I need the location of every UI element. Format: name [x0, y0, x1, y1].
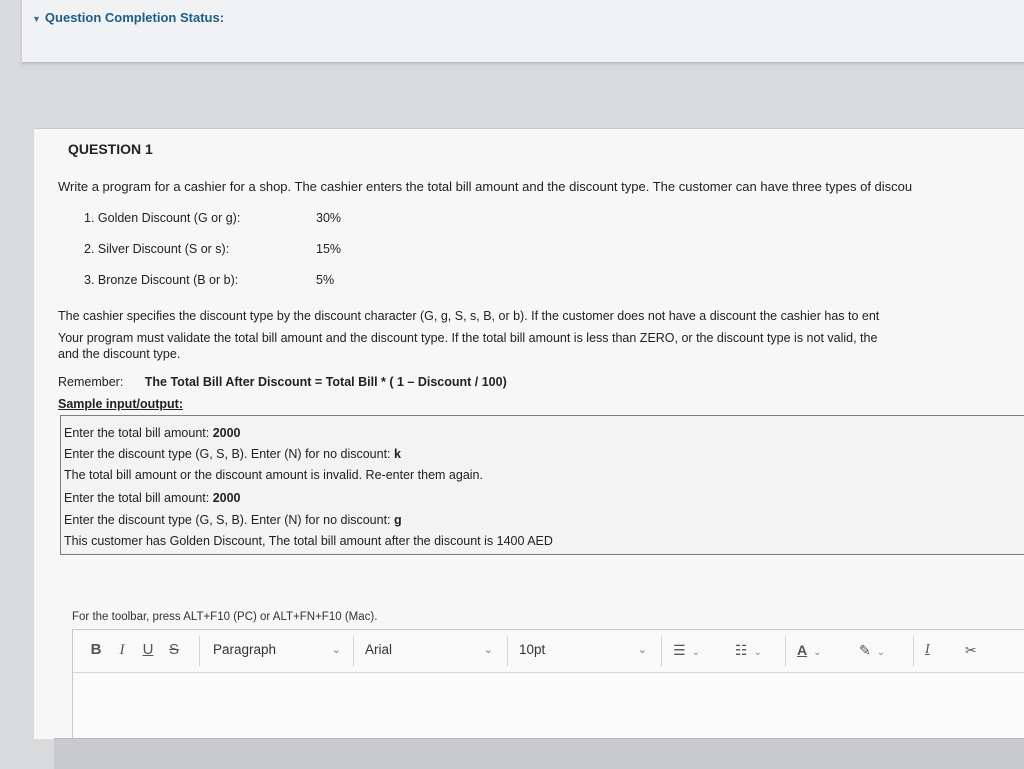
toolbar-divider — [661, 636, 662, 666]
numbered-list-button[interactable]: ☷ ⌄ — [735, 638, 762, 662]
sample-line: This customer has Golden Discount, The t… — [64, 534, 553, 548]
discount-value: 15% — [316, 242, 342, 256]
italic-button[interactable]: I — [113, 638, 131, 662]
sample-line: Enter the discount type (G, S, B). Enter… — [64, 447, 401, 461]
question-heading: QUESTION 1 — [68, 141, 153, 157]
chevron-down-icon: ⌄ — [876, 647, 886, 658]
description-line: The cashier specifies the discount type … — [58, 309, 880, 323]
remember-row: Remember: The Total Bill After Discount … — [58, 375, 507, 389]
font-family-select[interactable]: Arial ⌄ — [365, 638, 493, 662]
underline-button[interactable]: U — [139, 638, 157, 662]
strikethrough-button[interactable]: S — [165, 638, 183, 662]
toolbar-divider — [507, 636, 508, 666]
sample-line: Enter the total bill amount: 2000 — [64, 491, 241, 505]
collapse-caret-icon[interactable]: ▼ — [32, 14, 41, 24]
discount-label: 1. Golden Discount (G or g): — [84, 211, 241, 225]
sample-line: Enter the total bill amount: 2000 — [64, 426, 241, 440]
paragraph-select[interactable]: Paragraph ⌄ — [213, 638, 341, 662]
highlighter-icon: ✎ — [859, 642, 871, 658]
description-line: and the discount type. — [58, 347, 181, 361]
chevron-down-icon: ⌄ — [753, 647, 762, 658]
discount-label: 2. Silver Discount (S or s): — [84, 242, 230, 256]
toolbar-divider — [353, 636, 354, 666]
discount-value: 30% — [316, 211, 342, 225]
text-color-button[interactable]: A ⌄ — [797, 638, 822, 662]
cut-button[interactable]: ✂ — [965, 638, 977, 662]
text-color-icon: A — [797, 642, 808, 658]
bold-button[interactable]: B — [87, 638, 105, 662]
chevron-down-icon: ⌄ — [331, 644, 341, 656]
sample-io-box: Enter the total bill amount: 2000 Enter … — [60, 415, 1024, 555]
formula: The Total Bill After Discount = Total Bi… — [144, 375, 507, 389]
toolbar-divider — [913, 636, 914, 666]
discount-value: 5% — [316, 273, 335, 287]
question-intro: Write a program for a cashier for a shop… — [58, 179, 913, 194]
answer-editor[interactable]: B I U S Paragraph ⌄ Arial ⌄ 10pt ⌄ ☰ ⌄ ☷ ⌄ — [72, 629, 1024, 739]
chevron-down-icon: ⌄ — [483, 644, 493, 656]
chevron-down-icon: ⌄ — [813, 647, 822, 658]
scissors-icon: ✂ — [965, 642, 977, 658]
sample-line: The total bill amount or the discount am… — [64, 468, 483, 482]
sample-heading: Sample input/output: — [58, 397, 183, 411]
chevron-down-icon: ⌄ — [637, 644, 647, 656]
bottom-panel — [54, 738, 1024, 769]
question-panel: QUESTION 1 Write a program for a cashier… — [34, 128, 1024, 739]
numbered-list-icon: ☷ — [735, 642, 748, 658]
bullet-list-icon: ☰ — [673, 642, 686, 658]
question-status-panel: ▼ Question Completion Status: — [22, 0, 1024, 63]
question-completion-status[interactable]: ▼ Question Completion Status: — [32, 10, 224, 25]
toolbar-divider — [199, 636, 200, 666]
highlight-color-button[interactable]: ✎ ⌄ — [859, 638, 885, 662]
sample-line: Enter the discount type (G, S, B). Enter… — [64, 513, 402, 527]
discount-label: 3. Bronze Discount (B or b): — [84, 273, 239, 287]
font-size-select[interactable]: 10pt ⌄ — [519, 638, 647, 662]
toolbar-divider — [785, 636, 786, 666]
chevron-down-icon: ⌄ — [691, 647, 700, 658]
clear-formatting-button[interactable]: I — [925, 638, 930, 662]
remember-label: Remember: — [58, 375, 124, 389]
editor-toolbar: B I U S Paragraph ⌄ Arial ⌄ 10pt ⌄ ☰ ⌄ ☷ ⌄ — [73, 630, 1024, 673]
bullet-list-button[interactable]: ☰ ⌄ — [673, 638, 700, 662]
description-line: Your program must validate the total bil… — [58, 331, 878, 345]
toolbar-hint: For the toolbar, press ALT+F10 (PC) or A… — [72, 611, 378, 623]
